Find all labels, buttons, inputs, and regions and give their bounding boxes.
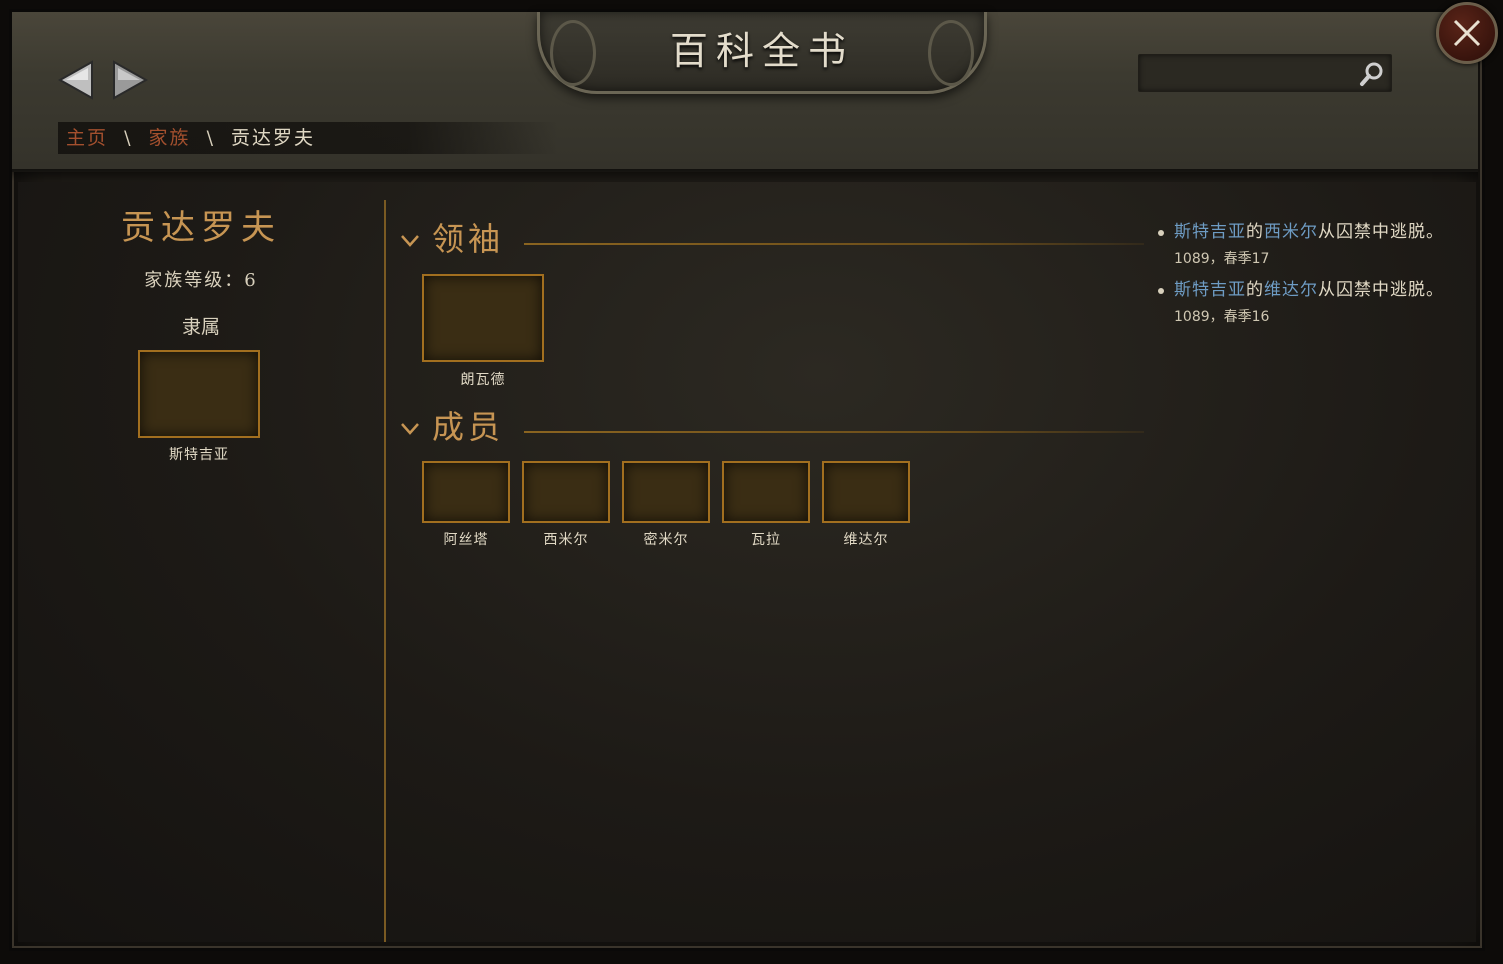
leader-name[interactable]: 朗瓦德 — [422, 369, 544, 389]
forward-button[interactable] — [112, 60, 149, 100]
clan-name: 贡达罗夫 — [121, 208, 281, 248]
bullet-icon — [1158, 230, 1164, 236]
search-input[interactable] — [1139, 55, 1349, 91]
triangle-left-icon — [57, 60, 93, 100]
member-portrait[interactable] — [822, 461, 910, 523]
member-portrait[interactable] — [622, 461, 710, 523]
member-name[interactable]: 阿丝塔 — [422, 529, 510, 549]
event-date: 1089，春季17 — [1174, 251, 1270, 267]
window-title: 百科全书 — [669, 29, 854, 73]
event-description: 从囚禁中逃脱。 — [1318, 280, 1444, 300]
title-plate: 百科全书 — [537, 12, 987, 94]
clan-tier: 家族等级：6 — [144, 270, 258, 291]
header-bar: 百科全书 主页 \ 家族 \ 贡达罗夫 — [12, 12, 1478, 181]
breadcrumb-separator: \ — [206, 127, 215, 149]
close-button[interactable] — [1436, 2, 1498, 64]
kingdom-name[interactable]: 斯特吉亚 — [138, 444, 260, 464]
chevron-down-icon[interactable] — [400, 422, 420, 436]
member-name[interactable]: 瓦拉 — [722, 529, 810, 549]
breadcrumb: 主页 \ 家族 \ 贡达罗夫 — [58, 122, 558, 154]
vassal-label: 隶属 — [181, 316, 220, 338]
list-item: 斯特吉亚的西米尔从囚禁中逃脱。 1089，春季17 — [1158, 220, 1464, 268]
breadcrumb-separator: \ — [124, 127, 133, 149]
event-feed: 斯特吉亚的西米尔从囚禁中逃脱。 1089，春季17 斯特吉亚的维达尔从囚禁中逃脱… — [1158, 220, 1464, 336]
event-text: 斯特吉亚的西米尔从囚禁中逃脱。 — [1174, 220, 1464, 244]
search-box — [1138, 54, 1392, 92]
member-portrait[interactable] — [422, 461, 510, 523]
member-name[interactable]: 西米尔 — [522, 529, 610, 549]
list-item: 斯特吉亚的维达尔从囚禁中逃脱。 1089，春季16 — [1158, 278, 1464, 326]
leader-section-title[interactable]: 领袖 — [432, 214, 504, 260]
event-connector: 的 — [1246, 280, 1264, 300]
event-faction-link[interactable]: 斯特吉亚 — [1174, 222, 1246, 242]
section-divider — [524, 431, 1144, 433]
x-icon — [1453, 19, 1481, 47]
member-portrait[interactable] — [522, 461, 610, 523]
breadcrumb-clans[interactable]: 家族 — [149, 127, 191, 149]
section-divider — [524, 243, 1144, 245]
event-person-link[interactable]: 西米尔 — [1264, 222, 1318, 242]
triangle-right-icon — [113, 60, 149, 100]
chevron-down-icon[interactable] — [400, 234, 420, 248]
members-section-title[interactable]: 成员 — [432, 402, 504, 448]
kingdom-banner[interactable] — [138, 350, 260, 438]
content-area: 贡达罗夫 家族等级：6 隶属 斯特吉亚 领袖 朗瓦德 成员 阿丝塔 西米尔 密米… — [18, 182, 1476, 942]
event-faction-link[interactable]: 斯特吉亚 — [1174, 280, 1246, 300]
event-text: 斯特吉亚的维达尔从囚禁中逃脱。 — [1174, 278, 1464, 302]
breadcrumb-current: 贡达罗夫 — [231, 127, 316, 149]
column-divider — [384, 200, 386, 942]
magnifier-icon[interactable] — [1359, 61, 1385, 87]
member-name[interactable]: 维达尔 — [822, 529, 910, 549]
event-person-link[interactable]: 维达尔 — [1264, 280, 1318, 300]
leader-portrait[interactable] — [422, 274, 544, 362]
bullet-icon — [1158, 288, 1164, 294]
event-date: 1089，春季16 — [1174, 309, 1270, 325]
event-description: 从囚禁中逃脱。 — [1318, 222, 1444, 242]
breadcrumb-home[interactable]: 主页 — [66, 127, 108, 149]
event-connector: 的 — [1246, 222, 1264, 242]
member-name[interactable]: 密米尔 — [622, 529, 710, 549]
member-portrait[interactable] — [722, 461, 810, 523]
clan-summary-panel: 贡达罗夫 家族等级：6 隶属 斯特吉亚 — [18, 182, 384, 942]
back-button[interactable] — [57, 60, 94, 100]
